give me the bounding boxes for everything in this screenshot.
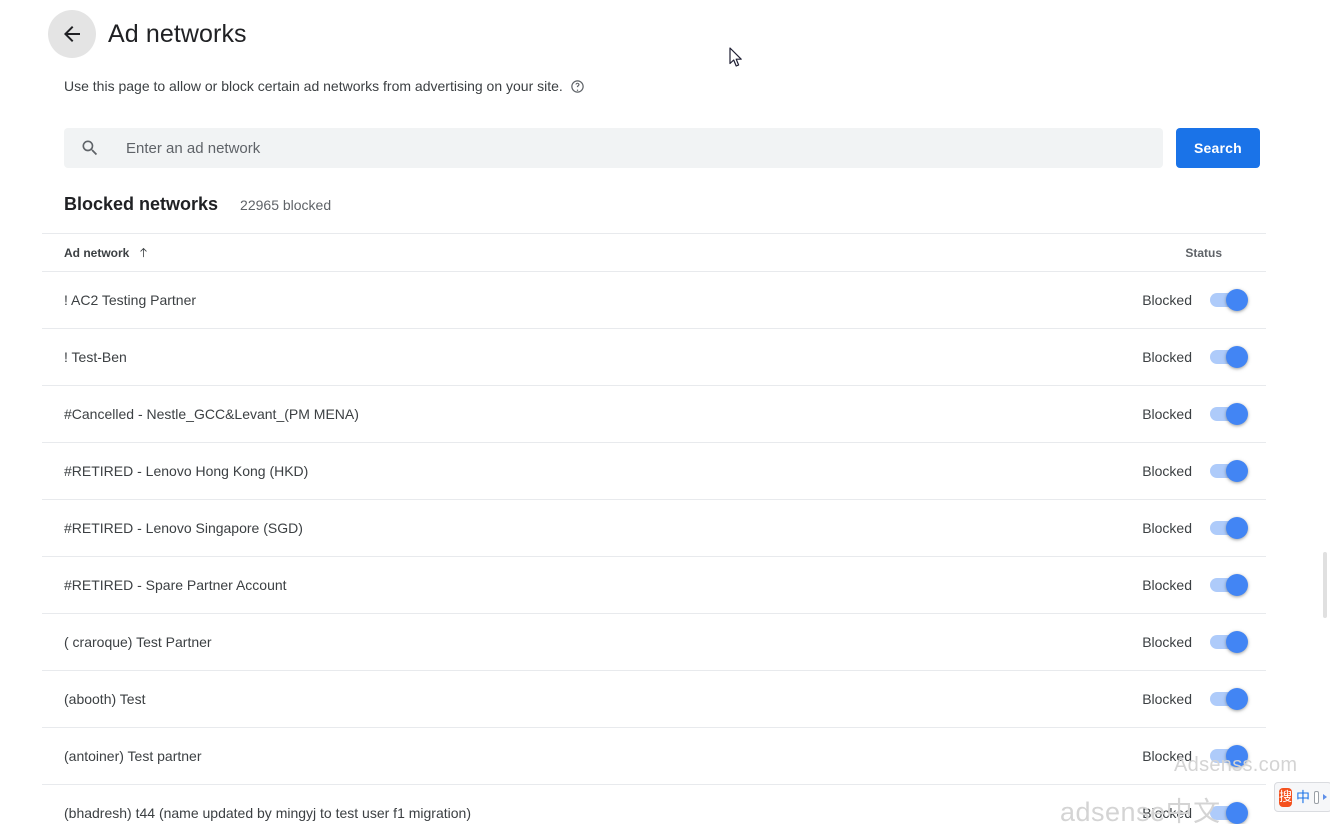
table-row[interactable]: #RETIRED - Spare Partner Account Blocked [42, 557, 1266, 614]
ad-network-name: (antoiner) Test partner [64, 748, 202, 764]
search-area: Search [64, 128, 1260, 168]
ad-network-name: #RETIRED - Lenovo Hong Kong (HKD) [64, 463, 309, 479]
status-label: Blocked [1142, 406, 1192, 422]
toggle-knob [1226, 517, 1248, 539]
status-label: Blocked [1142, 748, 1192, 764]
help-circle-icon[interactable] [570, 79, 585, 94]
status-label: Blocked [1142, 349, 1192, 365]
toggle-knob [1226, 688, 1248, 710]
block-toggle[interactable] [1210, 688, 1248, 710]
block-toggle[interactable] [1210, 289, 1248, 311]
ime-logo-icon[interactable]: 搜 [1279, 787, 1293, 807]
table-row[interactable]: ( craroque) Test Partner Blocked [42, 614, 1266, 671]
toggle-knob [1226, 745, 1248, 767]
mouse-cursor [729, 47, 745, 74]
status-label: Blocked [1142, 577, 1192, 593]
ad-network-name: ( craroque) Test Partner [64, 634, 212, 650]
caret-right-icon[interactable] [1323, 794, 1327, 800]
ad-network-name: (abooth) Test [64, 691, 146, 707]
search-input[interactable] [126, 139, 1147, 157]
toggle-knob [1226, 574, 1248, 596]
ime-toolbar[interactable]: 搜 中 [1274, 782, 1330, 812]
ad-network-name: #RETIRED - Lenovo Singapore (SGD) [64, 520, 303, 536]
search-icon [80, 138, 100, 158]
blocked-count: 22965 blocked [240, 197, 332, 213]
table-row[interactable]: ! Test-Ben Blocked [42, 329, 1266, 386]
column-header-status: Status [1185, 245, 1222, 260]
status-label: Blocked [1142, 634, 1192, 650]
block-toggle[interactable] [1210, 802, 1248, 824]
table-row[interactable]: ! AC2 Testing Partner Blocked [42, 272, 1266, 329]
toggle-knob [1226, 802, 1248, 824]
row-status: Blocked [1142, 745, 1248, 767]
section-title: Blocked networks [64, 194, 219, 214]
block-toggle[interactable] [1210, 517, 1248, 539]
table-row[interactable]: (bhadresh) t44 (name updated by mingyj t… [42, 785, 1266, 824]
row-status: Blocked [1142, 289, 1248, 311]
ad-network-name: ! Test-Ben [64, 349, 127, 365]
ad-network-name: #Cancelled - Nestle_GCC&Levant_(PM MENA) [64, 406, 359, 422]
ad-network-name: (bhadresh) t44 (name updated by mingyj t… [64, 805, 471, 821]
table-row[interactable]: (antoiner) Test partner Blocked [42, 728, 1266, 785]
row-status: Blocked [1142, 517, 1248, 539]
arrow-left-icon [60, 22, 84, 46]
toggle-knob [1226, 460, 1248, 482]
block-toggle[interactable] [1210, 403, 1248, 425]
page-description-text: Use this page to allow or block certain … [64, 78, 563, 94]
block-toggle[interactable] [1210, 745, 1248, 767]
row-status: Blocked [1142, 574, 1248, 596]
toggle-knob [1226, 403, 1248, 425]
status-label: Blocked [1142, 520, 1192, 536]
keyboard-icon[interactable] [1314, 790, 1319, 804]
table-body: ! AC2 Testing Partner Blocked ! Test-Ben… [42, 272, 1266, 824]
block-toggle[interactable] [1210, 346, 1248, 368]
row-status: Blocked [1142, 403, 1248, 425]
page-description: Use this page to allow or block certain … [64, 78, 585, 94]
back-button[interactable] [48, 10, 96, 58]
ad-networks-page: Ad networks Use this page to allow or bl… [0, 0, 1330, 824]
toggle-knob [1226, 289, 1248, 311]
column-header-ad-network[interactable]: Ad network [64, 246, 150, 260]
ime-mode-label[interactable]: 中 [1296, 787, 1310, 807]
table-row[interactable]: #RETIRED - Lenovo Hong Kong (HKD) Blocke… [42, 443, 1266, 500]
table-header-row: Ad network Status [42, 233, 1266, 272]
toggle-knob [1226, 346, 1248, 368]
column-header-ad-network-label: Ad network [64, 245, 130, 260]
row-status: Blocked [1142, 346, 1248, 368]
search-box[interactable] [64, 128, 1163, 168]
status-label: Blocked [1142, 463, 1192, 479]
blocked-networks-table: Ad network Status ! AC2 Testing Partner … [42, 233, 1266, 824]
block-toggle[interactable] [1210, 631, 1248, 653]
arrow-up-icon [137, 246, 150, 259]
row-status: Blocked [1142, 802, 1248, 824]
status-label: Blocked [1142, 805, 1192, 821]
block-toggle[interactable] [1210, 574, 1248, 596]
page-title: Ad networks [108, 19, 247, 48]
ad-network-name: ! AC2 Testing Partner [64, 292, 197, 308]
row-status: Blocked [1142, 460, 1248, 482]
section-header: Blocked networks 22965 blocked [64, 194, 331, 215]
table-row[interactable]: #Cancelled - Nestle_GCC&Levant_(PM MENA)… [42, 386, 1266, 443]
scrollbar-thumb[interactable] [1323, 552, 1327, 618]
status-label: Blocked [1142, 292, 1192, 308]
row-status: Blocked [1142, 631, 1248, 653]
search-button[interactable]: Search [1176, 128, 1260, 168]
table-row[interactable]: (abooth) Test Blocked [42, 671, 1266, 728]
ad-network-name: #RETIRED - Spare Partner Account [64, 577, 287, 593]
block-toggle[interactable] [1210, 460, 1248, 482]
toggle-knob [1226, 631, 1248, 653]
table-row[interactable]: #RETIRED - Lenovo Singapore (SGD) Blocke… [42, 500, 1266, 557]
row-status: Blocked [1142, 688, 1248, 710]
page-header: Ad networks [48, 10, 247, 58]
status-label: Blocked [1142, 691, 1192, 707]
